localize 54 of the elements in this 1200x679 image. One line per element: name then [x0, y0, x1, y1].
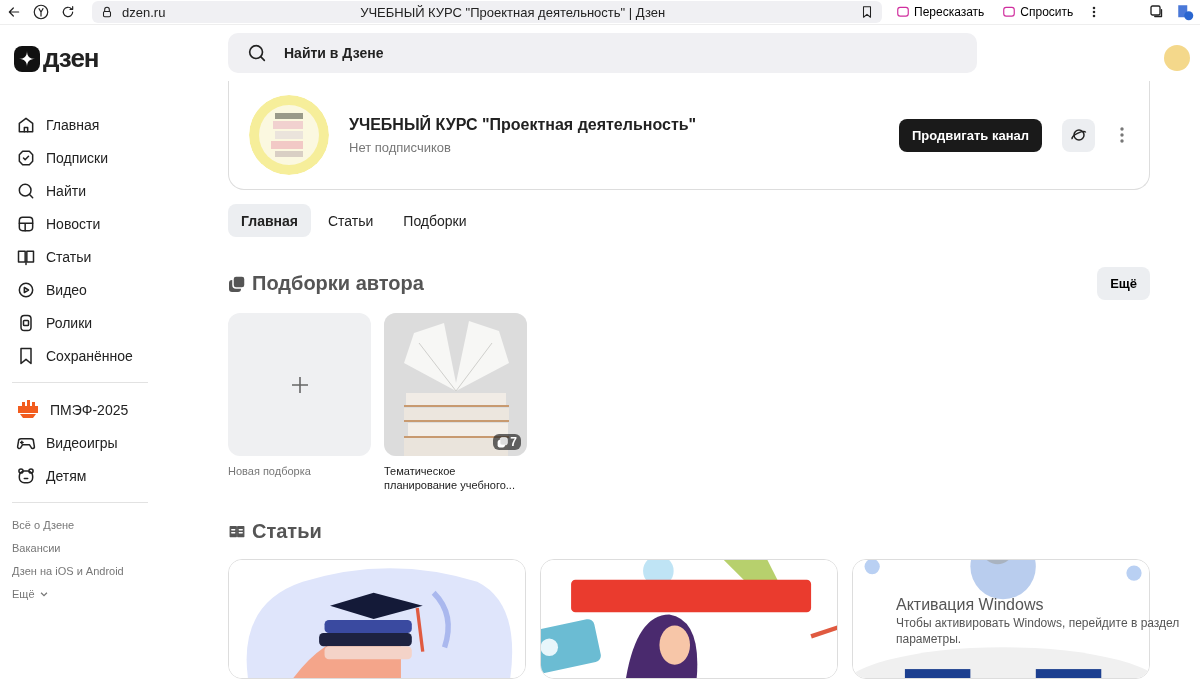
channel-tab[interactable]: Статьи	[314, 204, 387, 237]
section-title: Статьи	[252, 520, 322, 543]
activation-notice-text: параметры.	[896, 632, 963, 646]
back-icon	[6, 4, 22, 20]
sidebar-item[interactable]: Новости	[12, 207, 216, 240]
chat-bubble-icon	[1002, 5, 1017, 19]
ship-icon	[16, 398, 40, 421]
collection-caption: Новая подборка	[228, 464, 312, 478]
collection-cover[interactable]: 7	[384, 313, 527, 456]
reload-icon	[60, 4, 76, 20]
logo-icon[interactable]	[14, 45, 40, 72]
address-text: dzen.ru	[122, 4, 166, 20]
chat-bubble-icon	[896, 5, 910, 19]
planet-button[interactable]	[1062, 118, 1095, 152]
sidebar-item[interactable]: Подписки	[12, 141, 216, 174]
activation-notice-title: Активация Windows	[896, 596, 1045, 614]
footer-link[interactable]: Вакансии	[12, 536, 216, 559]
collection-icon	[497, 436, 509, 448]
bookmark-icon	[860, 5, 874, 19]
retell-button[interactable]: Пересказать	[892, 5, 989, 19]
activation-notice-text: Чтобы активировать Windows, перейдите в раздел	[896, 616, 1180, 630]
sidebar-item[interactable]: Сохранённое	[12, 339, 216, 372]
page-title: УЧЕБНЫЙ КУРС "Проектная деятельность" | Дзен	[359, 4, 667, 20]
channel-tab[interactable]: Подборки	[390, 204, 480, 237]
channel-tab[interactable]: Главная	[228, 204, 311, 237]
more-button[interactable]: Ещё	[1097, 267, 1150, 300]
browser-logo-icon[interactable]	[32, 3, 50, 21]
sidebar-item[interactable]: Найти	[12, 174, 216, 207]
sidebar-item[interactable]: Ролики	[12, 306, 216, 339]
section-title: Подборки автора	[252, 272, 424, 295]
ask-button[interactable]: Спросить	[998, 5, 1078, 19]
search-field[interactable]: Найти в Дзене	[228, 33, 977, 73]
subscriber-count: Нет подписчиков	[349, 139, 452, 155]
item-count: 7	[493, 434, 521, 450]
search-icon	[246, 42, 268, 64]
sidebar-item[interactable]: Детям	[12, 459, 216, 492]
lock-icon	[100, 5, 114, 19]
sidebar-item[interactable]: Статьи	[12, 240, 216, 273]
channel-name: УЧЕБНЫЙ КУРС "Проектная деятельность"	[349, 115, 698, 134]
footer-link[interactable]: Дзен на iOS и Android	[12, 559, 216, 582]
bear-icon	[16, 465, 36, 486]
plus-icon	[290, 375, 309, 394]
address-bar[interactable]: dzen.ru УЧЕБНЫЙ КУРС "Проектная деятельность" | Дзен	[92, 1, 882, 23]
sidebar-item[interactable]: Видеоигры	[12, 426, 216, 459]
sidebar-item[interactable]: Видео	[12, 273, 216, 306]
logo-text[interactable]: дзен	[43, 43, 99, 74]
footer-link[interactable]: Всё о Дзене	[12, 513, 216, 536]
sidebar-item[interactable]: Главная	[12, 108, 216, 141]
promote-button[interactable]: Продвигать канал	[899, 118, 1042, 152]
collection-icon	[228, 274, 246, 293]
collection-caption: Тематическое планирование учебного...	[384, 464, 516, 492]
more-link[interactable]: Ещё	[12, 582, 216, 605]
sidebar-item[interactable]: ПМЭФ-2025	[12, 393, 216, 426]
extension-icon[interactable]	[1176, 3, 1194, 21]
